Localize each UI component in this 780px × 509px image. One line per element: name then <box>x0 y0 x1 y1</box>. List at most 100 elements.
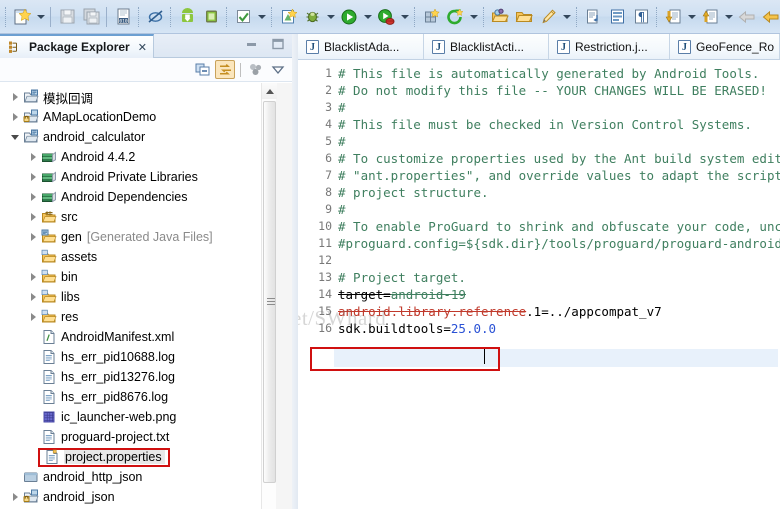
new-wizard-dropdown[interactable] <box>34 4 47 30</box>
tree-item-hs-err-pid13276-log[interactable]: hs_err_pid13276.log <box>0 367 276 387</box>
next-marker-button[interactable] <box>661 4 685 30</box>
code-line[interactable]: android.library.reference.1=../appcompat… <box>338 303 662 320</box>
focus-on-active-task-button[interactable] <box>246 60 266 79</box>
next-marker-dropdown[interactable] <box>685 4 698 30</box>
chevron-right-icon[interactable] <box>26 267 40 287</box>
code-line[interactable]: target=android-19 <box>338 286 466 303</box>
skip-breakpoints-button[interactable] <box>143 4 167 30</box>
tree-item-bin[interactable]: bin <box>0 267 276 287</box>
external-tools-button[interactable] <box>443 4 467 30</box>
new-android-project-button[interactable] <box>276 4 300 30</box>
code-line[interactable]: # project structure. <box>338 184 489 201</box>
run-lint-dropdown[interactable] <box>255 4 268 30</box>
chevron-down-icon[interactable] <box>8 127 22 147</box>
editor-tab-3[interactable]: J GeoFence_Ro <box>670 34 780 59</box>
tree-item-ic-launcher-web-png[interactable]: ic_launcher-web.png <box>0 407 276 427</box>
chevron-right-icon[interactable] <box>26 167 40 187</box>
tree-item-android-calculator[interactable]: android_calculator <box>0 127 276 147</box>
back-navigation-button[interactable] <box>735 4 759 30</box>
scroll-up-button[interactable] <box>262 83 277 99</box>
scrollbar-thumb[interactable] <box>263 101 276 483</box>
close-icon[interactable]: ✕ <box>138 41 147 54</box>
tree-item-gen[interactable]: gen [Generated Java Files] <box>0 227 276 247</box>
chevron-right-icon[interactable] <box>26 207 40 227</box>
editor-tab-2[interactable]: J Restriction.j... <box>548 34 670 59</box>
pen-annotate-button[interactable] <box>536 4 560 30</box>
code-editor[interactable]: 1 # This file is automatically generated … <box>298 60 780 509</box>
project-tree[interactable]: 模拟回调 AMapLocationDemo android_calculator An… <box>0 83 276 509</box>
code-line[interactable]: # Project target. <box>338 269 466 286</box>
open-type-button[interactable] <box>488 4 512 30</box>
tab-package-explorer[interactable]: Package Explorer ✕ <box>0 34 154 58</box>
view-menu-button[interactable] <box>268 60 288 79</box>
code-line[interactable]: # <box>338 99 346 116</box>
code-line[interactable]: # To customize properties used by the An… <box>338 150 780 167</box>
debug-button[interactable] <box>300 4 324 30</box>
editor-tab-0[interactable]: J BlacklistAda... <box>298 34 424 59</box>
tree-vertical-scrollbar[interactable] <box>261 83 277 509</box>
new-java-class-button[interactable] <box>419 4 443 30</box>
save-all-button[interactable] <box>79 4 103 30</box>
chevron-right-icon[interactable] <box>26 307 40 327</box>
tree-item-android-dependencies[interactable]: Android Dependencies <box>0 187 276 207</box>
tree-item-proguard-project-txt[interactable]: proguard-project.txt <box>0 427 276 447</box>
tree-item-src[interactable]: src <box>0 207 276 227</box>
code-line[interactable]: # "ant.properties", and override values … <box>338 167 780 184</box>
forward-navigation-button[interactable] <box>759 4 780 30</box>
chevron-right-icon[interactable] <box>26 287 40 307</box>
tree-item-[interactable]: 模拟回调 <box>0 87 276 107</box>
tree-item-android-private-libraries[interactable]: Android Private Libraries <box>0 167 276 187</box>
tree-item-project-properties[interactable]: project.properties <box>0 447 276 467</box>
chevron-right-icon[interactable] <box>26 227 40 247</box>
code-line[interactable]: # To enable ProGuard to shrink and obfus… <box>338 218 780 235</box>
open-resource-button[interactable] <box>512 4 536 30</box>
tree-item-android-http-json[interactable]: android_http_json <box>0 467 276 487</box>
pen-annotate-dropdown[interactable] <box>560 4 573 30</box>
tree-item-res[interactable]: res <box>0 307 276 327</box>
next-annotation-button[interactable] <box>581 4 605 30</box>
chevron-right-icon[interactable] <box>26 147 40 167</box>
tree-item-hs-err-pid8676-log[interactable]: hs_err_pid8676.log <box>0 387 276 407</box>
chevron-right-icon[interactable] <box>26 187 40 207</box>
run-coverage-button[interactable] <box>374 4 398 30</box>
collapse-all-button[interactable] <box>193 60 213 79</box>
chevron-right-icon[interactable] <box>8 87 22 107</box>
show-whitespace-button[interactable]: ¶ <box>629 4 653 30</box>
editor-tab-1[interactable]: J BlacklistActi... <box>423 34 549 59</box>
minimize-icon[interactable] <box>244 37 260 51</box>
code-line[interactable]: #proguard.config=${sdk.dir}/tools/progua… <box>338 235 780 252</box>
external-tools-dropdown[interactable] <box>467 4 480 30</box>
android-avd-manager-button[interactable] <box>199 4 223 30</box>
tree-item-android-4-4-2[interactable]: Android 4.4.2 <box>0 147 276 167</box>
debug-dropdown[interactable] <box>324 4 337 30</box>
link-with-editor-button[interactable] <box>215 60 235 79</box>
code-line[interactable]: # This file must be checked in Version C… <box>338 116 752 133</box>
code-line[interactable]: sdk.buildtools=25.0.0 <box>338 320 496 337</box>
maximize-icon[interactable] <box>270 37 286 51</box>
tree-item-android-json[interactable]: android_json <box>0 487 276 507</box>
tree-item-hs-err-pid10688-log[interactable]: hs_err_pid10688.log <box>0 347 276 367</box>
tree-item-androidmanifest-xml[interactable]: AndroidManifest.xml <box>0 327 276 347</box>
run-dropdown[interactable] <box>361 4 374 30</box>
chevron-right-icon[interactable] <box>8 107 22 127</box>
chevron-right-icon[interactable] <box>8 487 22 507</box>
code-line[interactable]: # <box>338 201 346 218</box>
save-button[interactable] <box>55 4 79 30</box>
run-coverage-dropdown[interactable] <box>398 4 411 30</box>
run-lint-button[interactable] <box>231 4 255 30</box>
svg-text:010: 010 <box>119 18 128 24</box>
code-line[interactable]: # <box>338 133 346 150</box>
line-number: 11 <box>318 236 332 250</box>
open-hex-button[interactable]: 010 <box>111 4 135 30</box>
tree-item-libs[interactable]: libs <box>0 287 276 307</box>
run-button[interactable] <box>337 4 361 30</box>
code-line[interactable]: # Do not modify this file -- YOUR CHANGE… <box>338 82 767 99</box>
android-sdk-manager-button[interactable] <box>175 4 199 30</box>
new-wizard-button[interactable] <box>10 4 34 30</box>
toggle-block-selection-button[interactable] <box>605 4 629 30</box>
previous-marker-dropdown[interactable] <box>722 4 735 30</box>
tree-item-assets[interactable]: assets <box>0 247 276 267</box>
code-line[interactable]: # This file is automatically generated b… <box>338 65 759 82</box>
tree-item-amaplocationdemo[interactable]: AMapLocationDemo <box>0 107 276 127</box>
previous-marker-button[interactable] <box>698 4 722 30</box>
